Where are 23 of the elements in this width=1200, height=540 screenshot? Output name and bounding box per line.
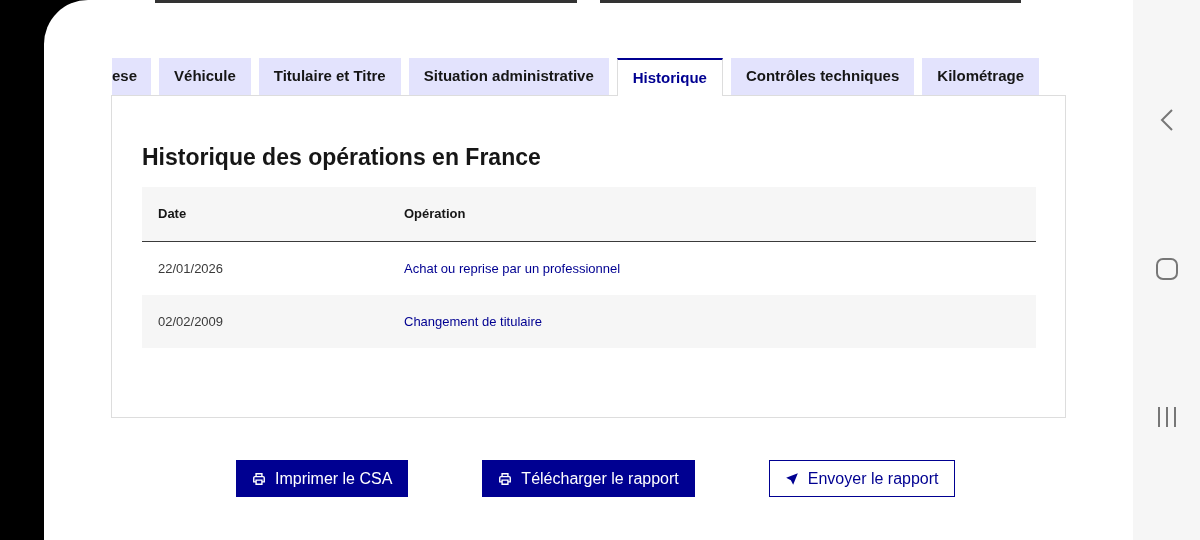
printer-icon bbox=[252, 471, 266, 486]
panel-title: Historique des opérations en France bbox=[142, 143, 542, 172]
action-button[interactable]: Télécharger le rapport bbox=[482, 460, 695, 497]
table-cell-text: Achat ou reprise par un professionnel bbox=[404, 259, 621, 278]
printer-icon bbox=[498, 471, 513, 486]
home-icon[interactable] bbox=[1155, 258, 1178, 280]
tab[interactable]: Titulaire et Titre bbox=[258, 58, 401, 95]
recent-apps-icon[interactable] bbox=[1155, 406, 1178, 428]
table-cell-text: 02/02/2009 bbox=[157, 312, 225, 331]
table-cell-text: 22/01/2026 bbox=[157, 259, 225, 278]
tab[interactable]: Situation administrative bbox=[408, 58, 609, 95]
tab[interactable]: Historique bbox=[616, 58, 723, 96]
action-button[interactable]: Envoyer le rapport bbox=[768, 460, 955, 497]
action-button[interactable]: Imprimer le CSA bbox=[236, 460, 409, 497]
table-cell-text: Changement de titulaire bbox=[404, 312, 543, 331]
tab[interactable]: Contrôles techniques bbox=[730, 58, 915, 95]
send-icon bbox=[784, 471, 799, 486]
tab[interactable]: Véhicule bbox=[159, 58, 251, 95]
column-header: Opération bbox=[404, 205, 466, 224]
tab[interactable]: Kilométrage bbox=[922, 58, 1039, 95]
tab[interactable]: ese bbox=[112, 58, 152, 95]
back-icon[interactable] bbox=[1159, 108, 1174, 132]
column-header: Date bbox=[157, 205, 188, 224]
